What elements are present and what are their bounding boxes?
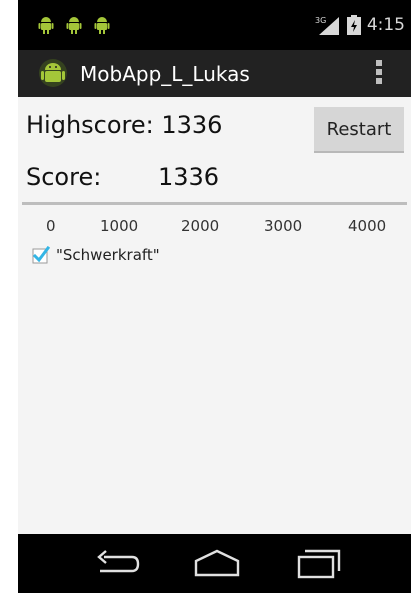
signal-icon: 3G (315, 16, 339, 35)
network-label: 3G (315, 16, 326, 25)
back-icon[interactable] (90, 547, 140, 581)
status-bar: 3G 4:15 (18, 0, 411, 50)
android-icon (94, 17, 110, 34)
main-content: Highscore: 1336 Restart Score: 1336 0 10… (18, 97, 411, 534)
android-icon (66, 17, 82, 34)
divider (22, 202, 407, 205)
status-time: 4:15 (366, 15, 405, 35)
checkbox-checked-icon[interactable] (32, 246, 50, 264)
highscore-label: Highscore: 1336 (26, 111, 223, 139)
navigation-bar (18, 534, 411, 593)
phone-screen: 3G 4:15 MobApp_L_Lukas Highscore: 1336 R… (18, 0, 411, 593)
axis-tick: 0 (46, 217, 56, 235)
axis-tick: 3000 (264, 217, 303, 235)
battery-icon (346, 15, 361, 35)
app-title: MobApp_L_Lukas (80, 62, 250, 86)
score-value: 1336 (158, 163, 220, 191)
legend-item[interactable]: "Schwerkraft" (32, 245, 160, 265)
score-label: Score: (26, 163, 102, 191)
recents-icon[interactable] (294, 547, 344, 581)
axis-tick: 2000 (181, 217, 220, 235)
axis-tick: 4000 (348, 217, 387, 235)
axis-tick: 1000 (100, 217, 139, 235)
app-icon[interactable] (38, 58, 68, 88)
status-indicators: 3G 4:15 (315, 14, 405, 36)
restart-button[interactable]: Restart (314, 107, 404, 153)
home-icon[interactable] (192, 547, 242, 581)
overflow-menu-icon[interactable] (375, 60, 383, 88)
android-icon (38, 17, 54, 34)
legend-label: "Schwerkraft" (56, 246, 160, 264)
graph-axis: 0 1000 2000 3000 4000 (18, 217, 411, 237)
action-bar: MobApp_L_Lukas (18, 50, 411, 97)
